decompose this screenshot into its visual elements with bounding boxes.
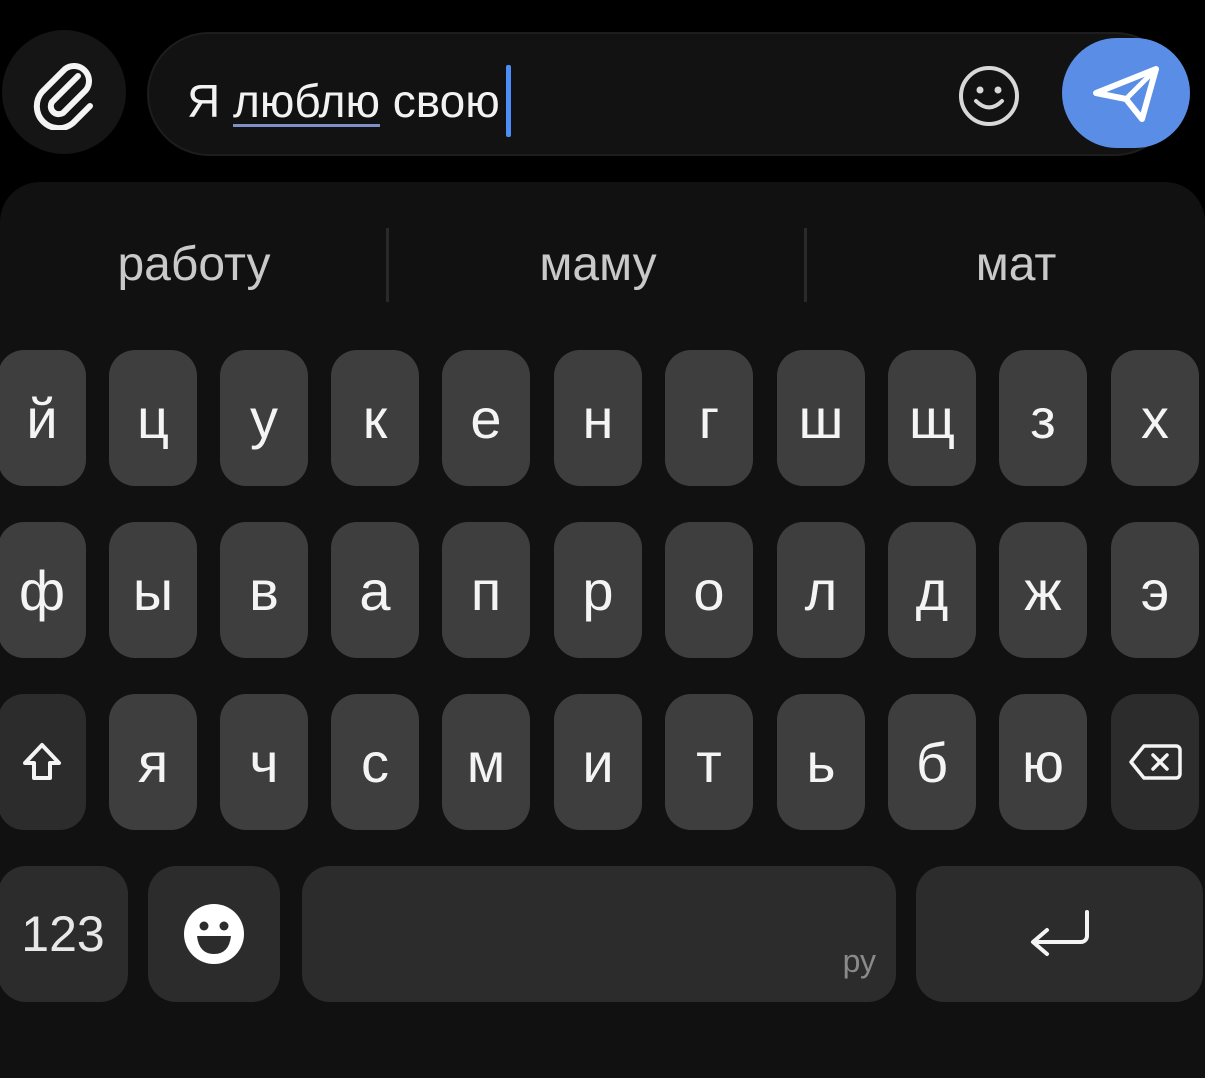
key-letter[interactable]: ч: [220, 694, 308, 830]
key-letter[interactable]: д: [888, 522, 976, 658]
key-letter[interactable]: я: [109, 694, 197, 830]
key-letter[interactable]: л: [777, 522, 865, 658]
key-letter[interactable]: ф: [0, 522, 86, 658]
language-indicator: ру: [842, 943, 876, 979]
suggestion-item[interactable]: мат: [808, 222, 1205, 312]
emoji-key[interactable]: [148, 866, 280, 1002]
key-letter[interactable]: в: [220, 522, 308, 658]
key-letter[interactable]: ы: [109, 522, 197, 658]
enter-icon: [1030, 910, 1089, 956]
message-input[interactable]: Я люблю свою: [147, 32, 1177, 156]
send-icon: [1093, 66, 1159, 122]
suggestion-item[interactable]: работу: [0, 222, 388, 312]
key-letter[interactable]: г: [665, 350, 753, 486]
key-letter[interactable]: с: [331, 694, 419, 830]
suggestion-bar: работу маму мат: [0, 222, 1205, 312]
suggestion-divider: [386, 228, 389, 302]
attach-button[interactable]: [2, 30, 126, 154]
key-letter[interactable]: ц: [109, 350, 197, 486]
smiley-icon[interactable]: [957, 64, 1021, 128]
numbers-key[interactable]: 123: [0, 866, 128, 1002]
key-letter[interactable]: ю: [999, 694, 1087, 830]
send-button[interactable]: [1062, 38, 1190, 148]
shift-key[interactable]: [0, 694, 86, 830]
key-letter[interactable]: п: [442, 522, 530, 658]
message-text-prefix: Я: [187, 75, 233, 127]
key-letter[interactable]: и: [554, 694, 642, 830]
chat-compose-screen: Я люблю свою работу маму мат й ц у к е н: [0, 0, 1205, 1078]
backspace-key[interactable]: [1111, 694, 1199, 830]
suggestion-item[interactable]: маму: [390, 222, 806, 312]
key-letter[interactable]: р: [554, 522, 642, 658]
key-letter[interactable]: б: [888, 694, 976, 830]
text-caret: [505, 65, 511, 137]
key-letter[interactable]: а: [331, 522, 419, 658]
key-letter[interactable]: у: [220, 350, 308, 486]
key-letter[interactable]: ш: [777, 350, 865, 486]
key-letter[interactable]: о: [665, 522, 753, 658]
key-letter[interactable]: т: [665, 694, 753, 830]
key-letter[interactable]: х: [1111, 350, 1199, 486]
numbers-key-label: 123: [21, 906, 105, 962]
paperclip-icon: [33, 63, 93, 130]
key-letter[interactable]: н: [554, 350, 642, 486]
key-letter[interactable]: м: [442, 694, 530, 830]
enter-key[interactable]: [916, 866, 1203, 1002]
suggestion-divider: [804, 228, 807, 302]
emoji-icon: [184, 904, 244, 964]
message-text: Я люблю свою: [187, 65, 511, 137]
backspace-icon: [1129, 744, 1182, 780]
key-letter[interactable]: ь: [777, 694, 865, 830]
key-letter[interactable]: й: [0, 350, 86, 486]
key-letter[interactable]: з: [999, 350, 1087, 486]
shift-icon: [23, 743, 61, 780]
key-letter[interactable]: э: [1111, 522, 1199, 658]
space-key[interactable]: ру: [302, 866, 896, 1002]
key-letter[interactable]: ж: [999, 522, 1087, 658]
message-text-suffix: свою: [379, 75, 500, 127]
autocorrect-word: люблю: [233, 75, 380, 127]
key-letter[interactable]: е: [442, 350, 530, 486]
key-letter[interactable]: к: [331, 350, 419, 486]
keyboard: работу маму мат й ц у к е н г ш щ з х ф …: [0, 182, 1205, 1078]
key-letter[interactable]: щ: [888, 350, 976, 486]
